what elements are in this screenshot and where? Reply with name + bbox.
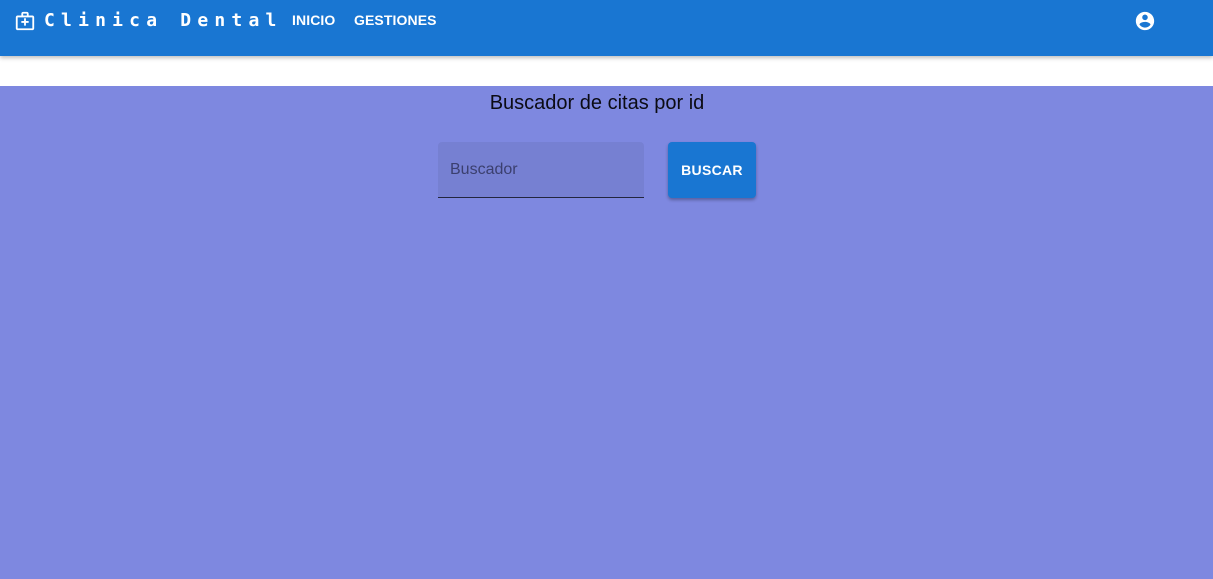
account-circle-icon[interactable]	[1134, 10, 1156, 32]
search-button[interactable]: BUSCAR	[668, 142, 756, 198]
main-content: Buscador de citas por id BUSCAR	[0, 86, 1213, 579]
nav-inicio-button[interactable]: INICIO	[292, 12, 335, 28]
search-field[interactable]	[438, 142, 644, 198]
nav-gestiones-button[interactable]: GESTIONES	[354, 12, 437, 28]
search-input[interactable]	[438, 142, 644, 197]
page-title: Buscador de citas por id	[489, 92, 705, 114]
app-title: Clinica Dental	[44, 10, 283, 31]
app-bar: Clinica Dental INICIO GESTIONES	[0, 0, 1213, 56]
medical-bag-icon[interactable]	[14, 10, 36, 32]
